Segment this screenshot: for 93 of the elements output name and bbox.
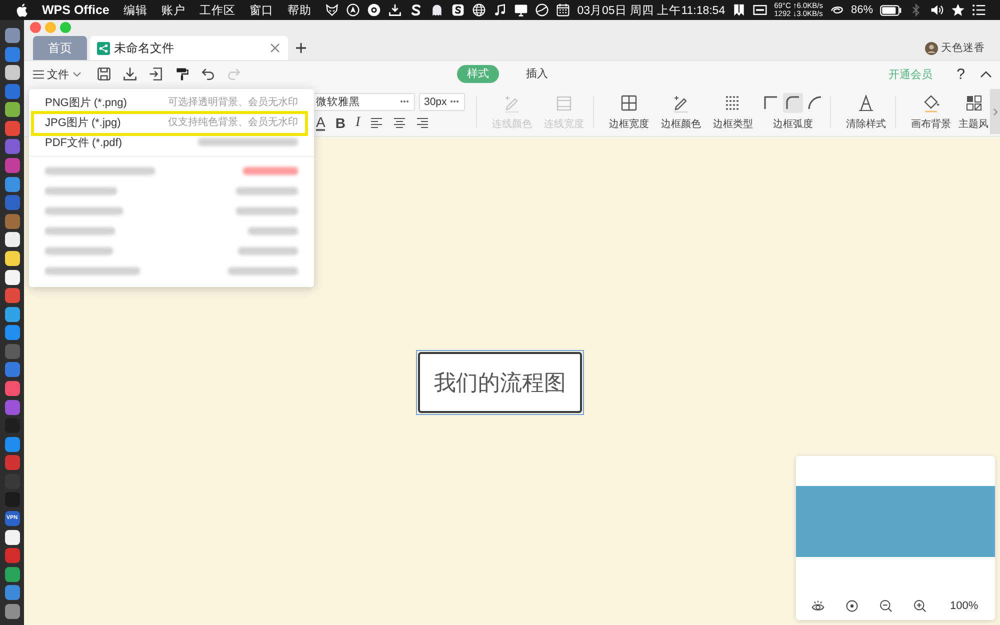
share-nodes-icon xyxy=(97,42,110,54)
ghost-icon[interactable] xyxy=(430,3,444,17)
tab[interactable]: 未命名文件 xyxy=(90,36,288,60)
blurred-text xyxy=(236,187,298,195)
menu-item[interactable]: JPG图片 (*.jpg) 仅支持纯色背景、会员无水印 xyxy=(29,112,314,132)
chevron-right-icon xyxy=(993,108,998,116)
blurred-text xyxy=(45,227,115,235)
zoom-in-icon[interactable] xyxy=(913,599,927,613)
clear-style-button[interactable]: 清除样式 xyxy=(840,92,892,130)
border-width-button[interactable]: 边框宽度 xyxy=(603,92,655,130)
list-icon[interactable] xyxy=(972,3,986,17)
blurred-text xyxy=(45,187,117,195)
avatar-icon[interactable] xyxy=(925,42,938,54)
menubar-item[interactable]: 编辑 xyxy=(123,2,148,18)
fox-head-icon[interactable] xyxy=(325,3,340,17)
file-menu-button[interactable]: 文件 xyxy=(33,66,81,82)
help-button[interactable]: ? xyxy=(956,66,965,82)
menu-item[interactable]: PNG图片 (*.png) 可选择透明背景、会员无水印 xyxy=(29,92,314,112)
menu-clock[interactable]: 03月05日 周四 上午11:18:54 xyxy=(577,2,726,18)
close-icon[interactable] xyxy=(270,43,280,53)
window-icon[interactable] xyxy=(753,3,768,17)
s-curve-icon[interactable] xyxy=(409,3,424,17)
menu-item-hint: 可选择透明背景、会员无水印 xyxy=(168,96,298,109)
zoom-out-icon[interactable] xyxy=(879,599,893,613)
bookmark-icon[interactable] xyxy=(732,3,746,17)
undo-icon[interactable] xyxy=(200,66,216,82)
save-icon[interactable] xyxy=(96,66,112,82)
align-center-icon[interactable] xyxy=(393,116,406,128)
align-right-icon[interactable] xyxy=(416,116,430,128)
menubar-item[interactable]: 工作区 xyxy=(199,2,236,18)
menubar-item[interactable]: 账户 xyxy=(161,2,186,18)
plus-icon[interactable] xyxy=(295,42,307,54)
blurred-text xyxy=(45,247,113,255)
speaker-icon[interactable] xyxy=(930,3,944,17)
app-icon[interactable] xyxy=(4,250,20,266)
user-name[interactable]: 天色迷香 xyxy=(941,41,985,55)
more-icon xyxy=(400,100,409,103)
monitor-icon[interactable] xyxy=(514,3,528,17)
menubar-item[interactable]: 窗口 xyxy=(249,2,274,18)
theme-button[interactable]: 主题风 xyxy=(957,92,990,130)
slashed-circle-icon[interactable] xyxy=(535,3,550,17)
target-icon[interactable] xyxy=(845,599,859,613)
download-icon[interactable] xyxy=(122,66,138,82)
font-family-select[interactable]: 微软雅黑 xyxy=(311,92,415,110)
font-color-button[interactable]: A xyxy=(316,114,326,130)
grid-icon xyxy=(619,92,639,112)
arrow-into-box-icon[interactable] xyxy=(148,66,164,82)
menu-icon xyxy=(33,70,44,78)
border-type-button[interactable]: 边框类型 xyxy=(707,92,759,130)
bold-button[interactable]: B xyxy=(335,114,346,130)
arrow-circle-icon[interactable] xyxy=(346,3,360,17)
app-icon[interactable] xyxy=(4,65,20,80)
flowchart-node: 我们的流程图 xyxy=(418,352,582,413)
app-icon[interactable] xyxy=(4,270,20,285)
battery-icon[interactable] xyxy=(880,4,902,16)
rounded-corner-icon[interactable] xyxy=(783,92,803,112)
rounded-square-icon[interactable] xyxy=(451,3,466,17)
chevron-up-icon[interactable] xyxy=(980,70,992,78)
menu-item[interactable]: PDF文件 (*.pdf) xyxy=(29,132,314,152)
more-icon xyxy=(450,100,459,103)
zoom-level: 100% xyxy=(950,600,978,612)
canvas-bg-button[interactable]: 画布背景 xyxy=(905,92,957,130)
globe-icon[interactable] xyxy=(472,3,486,17)
border-color-button[interactable]: 边框颜色 xyxy=(655,92,707,130)
star-icon[interactable] xyxy=(951,3,965,17)
blurred-text xyxy=(228,267,298,275)
menu-item-hint: 仅支持纯色背景、会员无水印 xyxy=(168,116,298,129)
window-close-button[interactable] xyxy=(30,22,41,32)
download-icon[interactable] xyxy=(388,3,402,17)
app-icon[interactable] xyxy=(4,232,20,248)
app-icon[interactable] xyxy=(4,102,20,118)
blurred-text xyxy=(238,247,298,255)
app-menu[interactable]: WPS Office xyxy=(42,3,110,17)
paint-roller-icon[interactable] xyxy=(174,66,190,82)
apple-icon[interactable] xyxy=(16,3,28,17)
music-note-icon[interactable] xyxy=(493,3,508,17)
calendar-icon[interactable] xyxy=(556,3,570,17)
app-icon[interactable] xyxy=(4,530,20,545)
clear-format-icon xyxy=(856,92,876,112)
blurred-text xyxy=(243,167,298,175)
battery-percent: 86% xyxy=(850,4,873,16)
menubar-item[interactable]: 帮助 xyxy=(287,2,312,18)
align-left-icon[interactable] xyxy=(370,116,384,128)
italic-button[interactable]: I xyxy=(355,114,360,130)
disc-icon[interactable] xyxy=(367,3,382,17)
font-size-select[interactable]: 30px xyxy=(419,92,465,110)
caret-icon xyxy=(73,72,81,76)
eye-icon[interactable] xyxy=(811,599,825,613)
theme-grid-icon xyxy=(964,92,984,112)
border-radius-button[interactable]: 边框弧度 xyxy=(759,92,827,130)
mode-tab[interactable]: 插入 xyxy=(516,65,558,83)
blurred-text xyxy=(248,227,298,235)
blurred-text xyxy=(236,207,298,215)
